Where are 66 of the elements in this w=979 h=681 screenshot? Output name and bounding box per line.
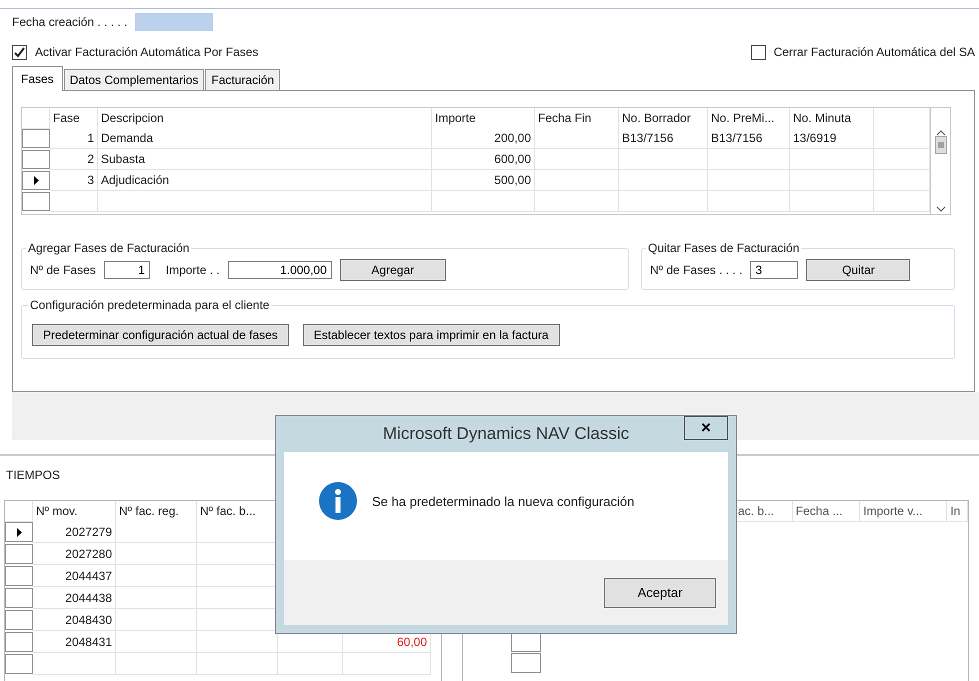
table-cell: 2044437	[33, 565, 116, 587]
table-cell	[5, 501, 33, 522]
date-field[interactable]	[135, 13, 214, 31]
group-title: Configuración predeterminada para el cliente	[29, 298, 270, 312]
scroll-thumb-icon[interactable]	[934, 136, 946, 154]
field-label: Nº de Fases	[30, 263, 96, 277]
action-button[interactable]: Establecer textos para imprimir en la factura	[302, 324, 560, 346]
table-cell	[874, 149, 930, 170]
row-selector[interactable]	[22, 171, 50, 190]
scroll-down-icon[interactable]	[936, 206, 946, 212]
column-header: In	[947, 501, 968, 522]
table-cell: 2	[50, 149, 98, 170]
section-title: TIEMPOS	[6, 468, 60, 482]
field-label: Fecha creación . . . . .	[12, 15, 128, 29]
table-cell	[278, 653, 343, 675]
close-button[interactable]: ×	[684, 416, 728, 440]
table-cell: 200,00	[432, 128, 535, 149]
dialog-title: Microsoft Dynamics NAV Classic	[382, 424, 630, 444]
tab[interactable]: Facturación	[205, 69, 280, 90]
current-row-icon	[16, 528, 22, 536]
dialog-message: Se ha predeterminado la nueva configuración	[372, 494, 634, 508]
input-field[interactable]: 3	[750, 261, 798, 279]
scroll-up-icon[interactable]	[936, 130, 946, 136]
checkbox[interactable]	[12, 44, 27, 60]
table-cell: 1	[50, 128, 98, 149]
info-icon	[318, 481, 358, 521]
table-cell: 13/6919	[790, 128, 874, 149]
checkbox-label: Cerrar Facturación Automática del SA	[774, 45, 975, 59]
tab[interactable]: Fases	[12, 66, 63, 91]
accept-button[interactable]: Aceptar	[604, 578, 716, 608]
table-cell	[874, 191, 930, 212]
table-cell: 500,00	[432, 170, 535, 191]
current-row-icon	[34, 176, 38, 185]
action-button[interactable]: Predeterminar configuración actual de fases	[32, 324, 289, 346]
add-button[interactable]: Agregar	[340, 259, 446, 281]
field-label: Nº de Fases . . . .	[650, 263, 742, 277]
table-cell: B13/7156	[708, 128, 790, 149]
table-cell: Demanda	[98, 128, 432, 149]
table-cell	[874, 170, 930, 191]
group-title: Agregar Fases de Facturación	[27, 241, 190, 255]
table-cell	[874, 128, 930, 149]
remove-button[interactable]: Quitar	[806, 259, 910, 281]
table-cell: B13/7156	[619, 128, 708, 149]
checkbox[interactable]	[750, 44, 766, 60]
column-header: ac. b...	[735, 501, 793, 522]
scrollbar[interactable]	[930, 108, 950, 214]
table-cell: 2044438	[33, 587, 116, 609]
field-label: Importe . .	[166, 263, 220, 277]
column-header: Importe v...	[860, 501, 948, 522]
table-cell: 2048430	[33, 609, 116, 631]
table-cell: Adjudicación	[98, 170, 432, 191]
table-cell: 3	[50, 170, 98, 191]
row-selector[interactable]	[5, 522, 33, 542]
table-cell	[50, 191, 98, 212]
input-field[interactable]: 1.000,00	[228, 261, 332, 279]
group-title: Quitar Fases de Facturación	[647, 241, 800, 255]
table-cell: Subasta	[98, 149, 432, 170]
table-cell: 2048431	[33, 631, 116, 653]
table-cell: 2027279	[33, 521, 116, 543]
checkbox-label: Activar Facturación Automática Por Fases	[35, 45, 258, 59]
table-cell: 2027280	[33, 543, 116, 565]
input-field[interactable]: 1	[104, 261, 150, 279]
table-cell	[22, 108, 50, 129]
column-header: Fecha ...	[792, 501, 860, 522]
tab[interactable]: Datos Complementarios	[64, 69, 204, 90]
table-cell: 600,00	[432, 149, 535, 170]
